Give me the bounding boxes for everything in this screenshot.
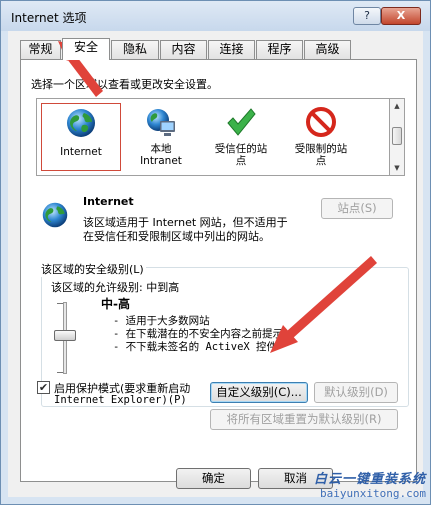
help-button[interactable]: ? [353, 7, 381, 25]
zone-internet[interactable]: Internet [41, 103, 121, 171]
zone-title: Internet [83, 195, 134, 208]
scroll-down-icon[interactable]: ▼ [390, 161, 404, 175]
tab-connections[interactable]: 连接 [208, 40, 255, 59]
default-level-button[interactable]: 默认级别(D) [314, 382, 398, 403]
security-level-name: 中-高 [101, 297, 130, 311]
zone-local-intranet-label: 本地 Intranet [140, 143, 182, 167]
level-bullet: - 不下载未签名的 ActiveX 控件 [113, 341, 278, 353]
tab-advanced[interactable]: 高级 [304, 40, 351, 59]
zone-list-scrollbar[interactable]: ▲ ▼ [390, 98, 405, 176]
zone-restricted-sites-label: 受限制的站 点 [294, 143, 348, 167]
zone-list: Internet 本地 Intranet 受信任的站 点 受限制的站 点 [36, 98, 390, 176]
globe-icon [42, 202, 68, 228]
zone-trusted-sites[interactable]: 受信任的站 点 [201, 103, 281, 171]
zone-internet-label: Internet [60, 146, 102, 158]
zone-trusted-sites-label: 受信任的站 点 [214, 143, 268, 167]
globe-icon [67, 109, 95, 137]
ok-button[interactable]: 确定 [176, 468, 251, 489]
zone-description-line2: 在受信任和受限制区域中列出的网站。 [83, 230, 270, 243]
security-level-group-label: 该区域的安全级别(L) [39, 261, 146, 277]
internet-options-window: Internet 选项 ? X 常规 安全 隐私 内容 连接 程序 高级 选择一… [0, 0, 431, 505]
tab-general[interactable]: 常规 [20, 40, 61, 59]
zone-local-intranet[interactable]: 本地 Intranet [121, 103, 201, 171]
restricted-icon [306, 107, 336, 137]
custom-level-button[interactable]: 自定义级别(C)... [210, 382, 308, 403]
zone-prompt: 选择一个区域以查看或更改安全设置。 [31, 78, 218, 91]
slider-tick [57, 372, 63, 373]
scroll-thumb[interactable] [392, 127, 402, 145]
watermark-url: baiyunxitong.com [320, 487, 426, 500]
zone-restricted-sites[interactable]: 受限制的站 点 [281, 103, 361, 171]
watermark: 白云一键重装系统 baiyunxitong.com [314, 468, 426, 500]
sites-button[interactable]: 站点(S) [321, 198, 393, 219]
title-bar[interactable]: Internet 选项 ? X [1, 1, 430, 31]
tab-privacy[interactable]: 隐私 [111, 40, 159, 59]
reset-all-zones-button[interactable]: 将所有区域重置为默认级别(R) [210, 409, 398, 430]
close-button[interactable]: X [381, 7, 421, 25]
tab-content[interactable]: 内容 [160, 40, 207, 59]
slider-tick [57, 303, 63, 304]
protected-mode-label-line2: Internet Explorer)(P) [54, 394, 187, 406]
check-icon [227, 108, 256, 136]
security-panel: 选择一个区域以查看或更改安全设置。 Internet 本地 Intranet 受… [20, 59, 417, 482]
allowed-levels-label: 该区域的允许级别: 中到高 [51, 281, 180, 294]
security-level-slider-thumb[interactable] [54, 330, 76, 341]
watermark-text: 白云一键重装系统 [313, 472, 426, 487]
tab-security[interactable]: 安全 [62, 38, 110, 60]
protected-mode-checkbox[interactable]: ✔ [37, 381, 50, 394]
local-intranet-icon [147, 109, 175, 136]
window-title: Internet 选项 [11, 11, 87, 25]
tab-programs[interactable]: 程序 [256, 40, 303, 59]
scroll-up-icon[interactable]: ▲ [390, 99, 404, 113]
dialog-client-area: 常规 安全 隐私 内容 连接 程序 高级 选择一个区域以查看或更改安全设置。 I… [8, 31, 423, 497]
